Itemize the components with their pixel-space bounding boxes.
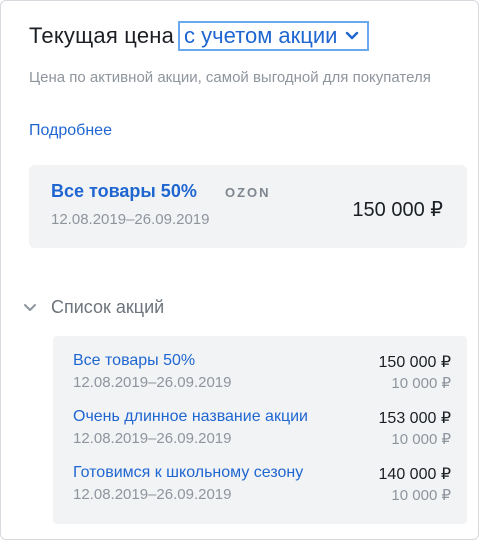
promo-limit: 10 000 ₽ xyxy=(391,375,451,392)
promo-name[interactable]: Готовимся к школьному сезону xyxy=(73,464,341,482)
promo-dates: 12.08.2019–26.09.2019 xyxy=(73,374,232,391)
promo-name[interactable]: Очень длинное название акции xyxy=(73,408,341,426)
price-panel: Текущая цена с учетом акции Цена по акти… xyxy=(0,0,479,540)
promo-price: 153 000 ₽ xyxy=(378,410,451,427)
list-item: Готовимся к школьному сезону 12.08.2019–… xyxy=(73,464,451,508)
more-info-link[interactable]: Подробнее xyxy=(29,122,112,140)
promo-list-label: Список акций xyxy=(51,297,165,317)
promo-dates: 12.08.2019–26.09.2019 xyxy=(73,486,232,503)
ozon-logo: OZON xyxy=(225,185,271,200)
active-promo-name[interactable]: Все товары 50% xyxy=(51,181,197,202)
page-title: Текущая цена xyxy=(29,23,175,48)
list-item: Очень длинное название акции 12.08.2019–… xyxy=(73,408,451,452)
price-mode-dropdown[interactable]: с учетом акции xyxy=(178,21,370,51)
promo-list: Все товары 50% 12.08.2019–26.09.2019 150… xyxy=(53,336,467,524)
promo-price: 140 000 ₽ xyxy=(378,466,451,483)
price-header: Текущая цена с учетом акции xyxy=(29,21,370,51)
promo-limit: 10 000 ₽ xyxy=(391,431,451,448)
list-item: Все товары 50% 12.08.2019–26.09.2019 150… xyxy=(73,352,451,396)
active-promo-dates: 12.08.2019–26.09.2019 xyxy=(51,211,210,228)
promo-dates: 12.08.2019–26.09.2019 xyxy=(73,430,232,447)
price-description: Цена по активной акции, самой выгодной д… xyxy=(29,69,431,86)
chevron-down-icon xyxy=(24,303,36,311)
active-promo-card: Все товары 50% OZON 12.08.2019–26.09.201… xyxy=(29,165,467,248)
promo-price: 150 000 ₽ xyxy=(378,354,451,371)
chevron-down-icon xyxy=(346,31,359,40)
promo-limit: 10 000 ₽ xyxy=(391,487,451,504)
promo-name[interactable]: Все товары 50% xyxy=(73,352,341,370)
active-promo-price: 150 000 ₽ xyxy=(352,199,443,221)
price-mode-value: с учетом акции xyxy=(184,23,338,48)
promo-list-toggle[interactable]: Список акций xyxy=(23,297,164,318)
